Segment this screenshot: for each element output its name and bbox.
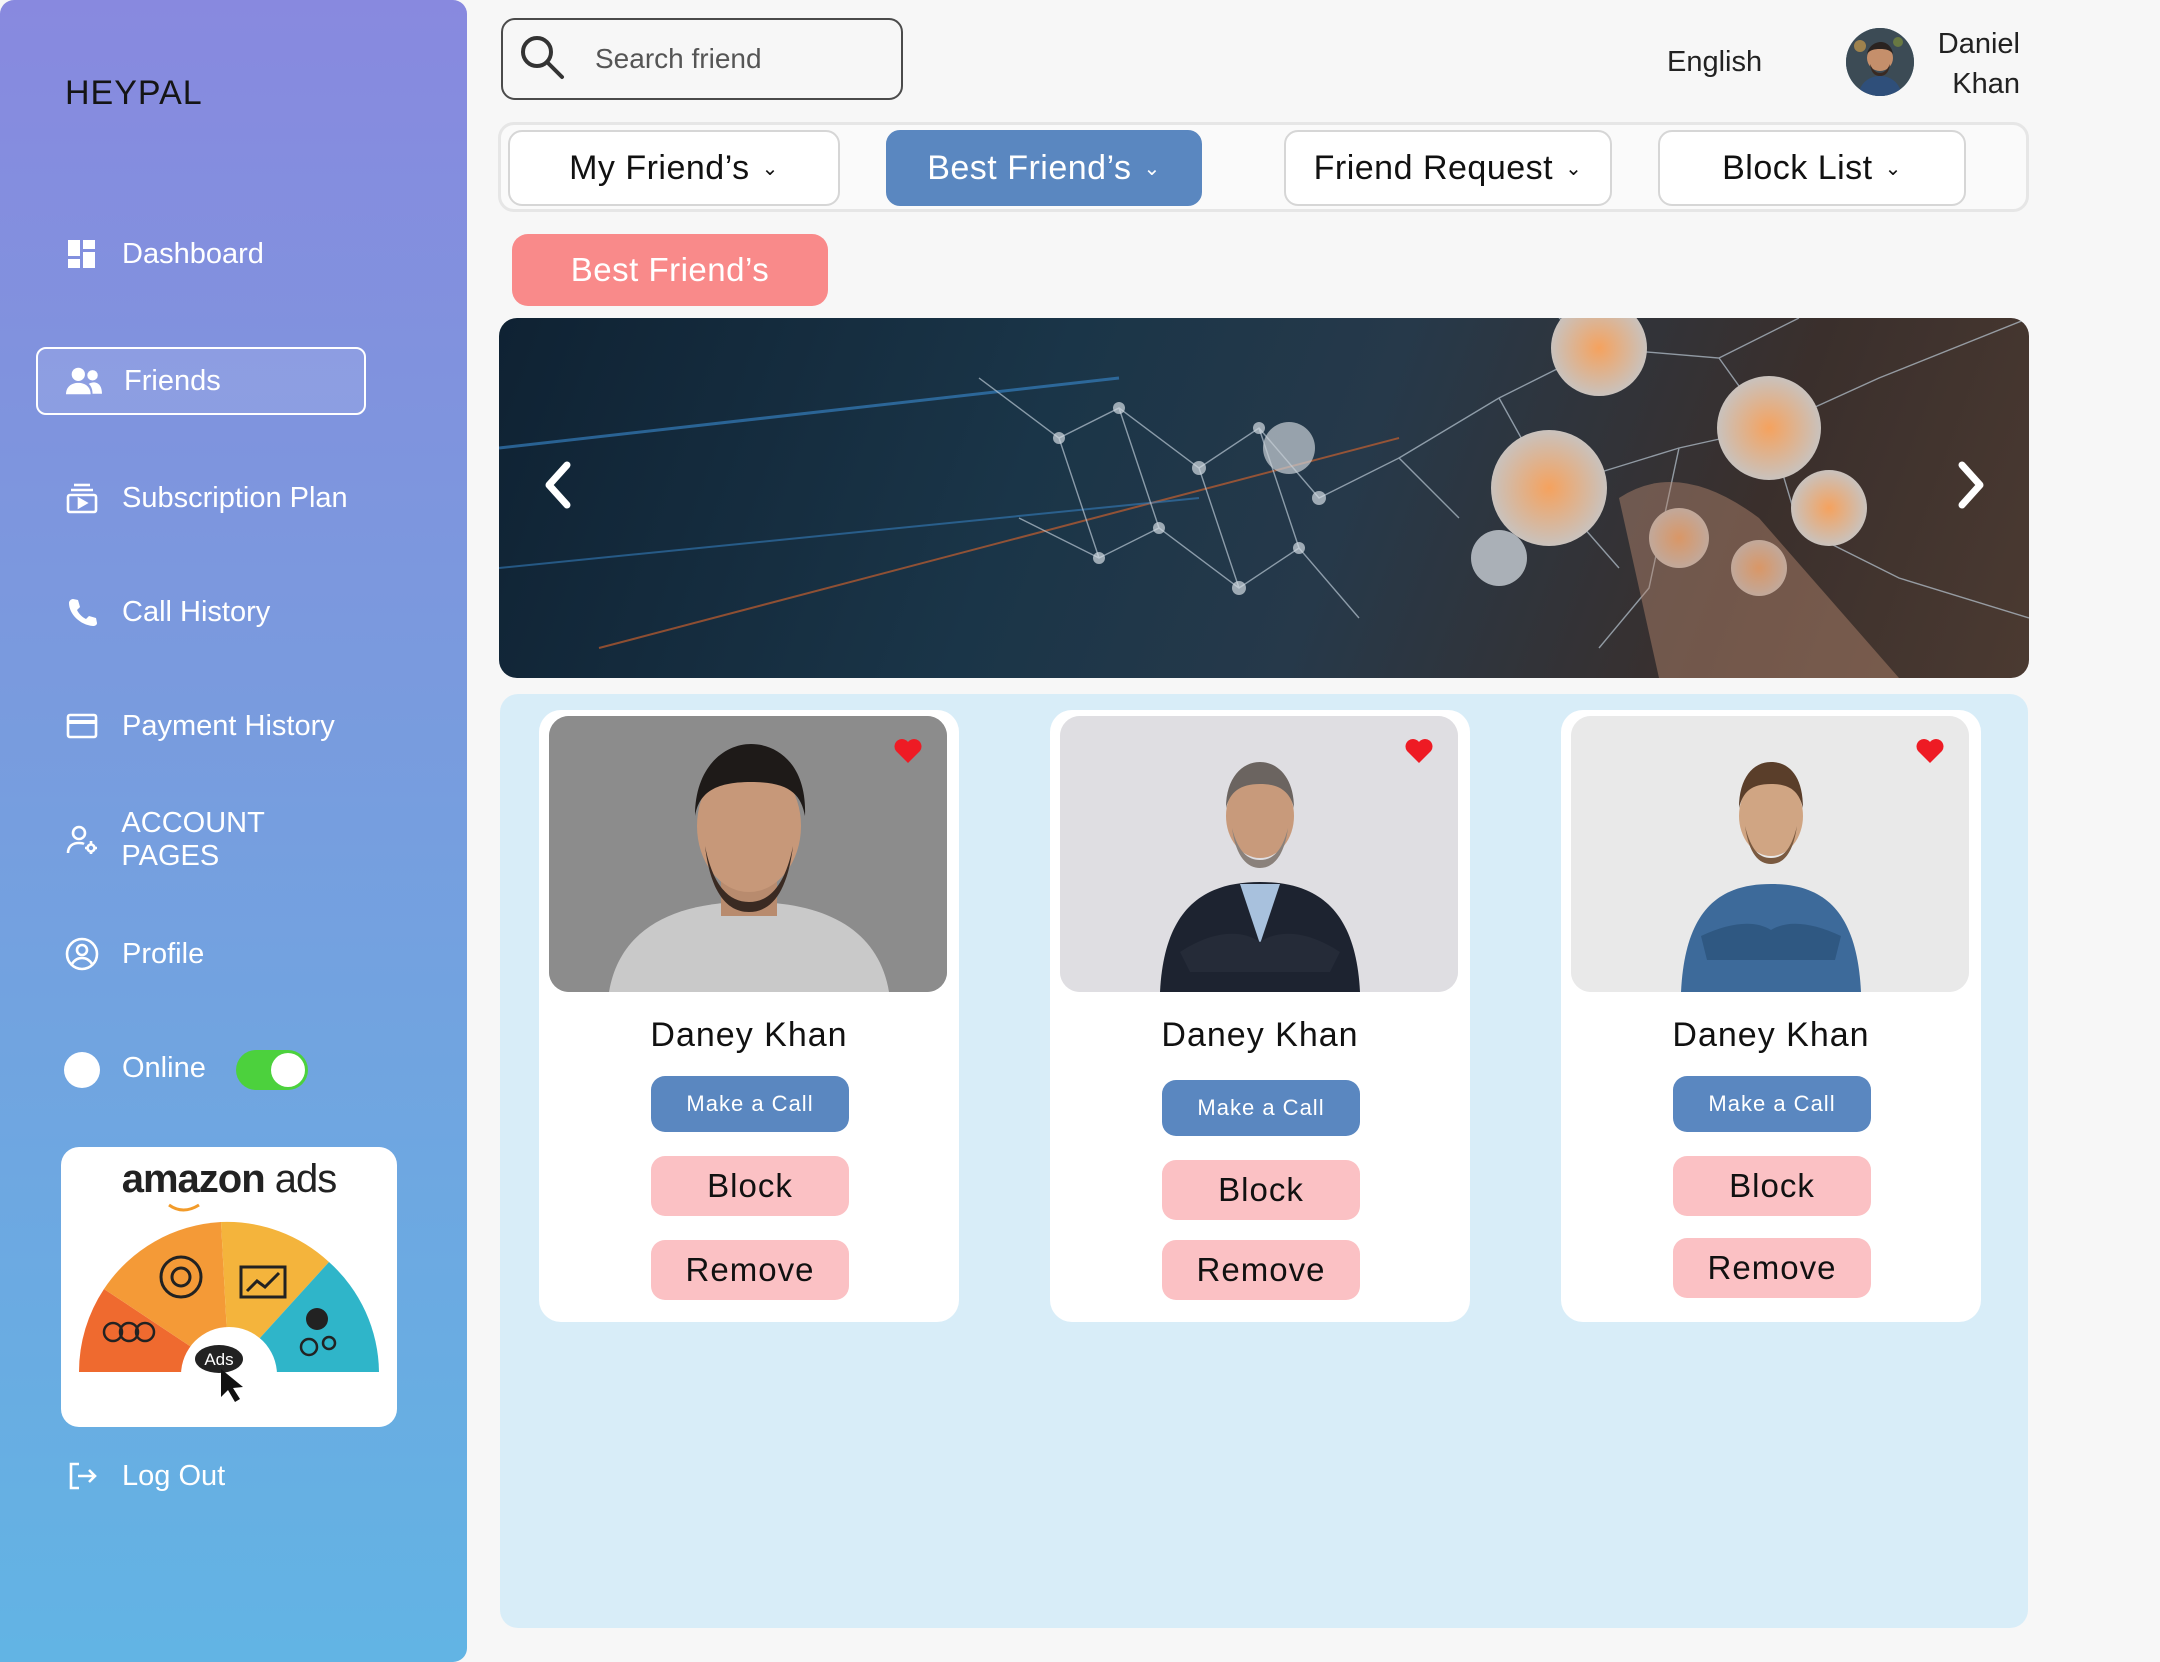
chevron-down-icon: ⌄ [1143, 157, 1161, 180]
sidebar-item-friends[interactable]: Friends [36, 347, 366, 415]
user-last-name: Khan [1952, 68, 2020, 100]
favorite-heart-icon[interactable] [1404, 738, 1434, 769]
carousel-next-button[interactable] [1946, 455, 1996, 515]
tab-my-friends[interactable]: My Friend’s ⌄ [508, 130, 840, 206]
sidebar-item-payment-history[interactable]: Payment History [36, 692, 366, 760]
phone-icon [64, 594, 100, 630]
tab-label: Best Friend’s [927, 148, 1132, 187]
sidebar-item-profile[interactable]: Profile [36, 920, 366, 988]
amazon-ads-banner[interactable]: amazon ads Ads [61, 1147, 397, 1427]
sidebar-item-call-history[interactable]: Call History [36, 578, 366, 646]
search-box[interactable] [501, 18, 903, 100]
tab-label: Friend Request [1313, 148, 1554, 187]
sidebar: HEYPAL Dashboard Friends Subscription Pl… [0, 0, 467, 1662]
ad-illustration: Ads [78, 1203, 379, 1423]
favorite-heart-icon[interactable] [1915, 738, 1945, 769]
block-button[interactable]: Block [651, 1156, 849, 1216]
remove-button[interactable]: Remove [651, 1240, 849, 1300]
chevron-down-icon: ⌄ [761, 157, 779, 180]
subscription-icon [64, 480, 100, 516]
sidebar-item-label: Subscription Plan [122, 481, 348, 514]
make-call-button[interactable]: Make a Call [651, 1076, 849, 1132]
credit-card-icon [64, 708, 100, 744]
dashboard-icon [64, 236, 100, 272]
account-icon [64, 822, 99, 858]
tab-friend-request[interactable]: Friend Request ⌄ [1284, 130, 1612, 206]
sidebar-item-label: Profile [122, 937, 205, 970]
block-button[interactable]: Block [1162, 1160, 1360, 1220]
friend-photo [1571, 716, 1969, 992]
block-button[interactable]: Block [1673, 1156, 1871, 1216]
users-icon [66, 363, 102, 399]
friend-photo [549, 716, 947, 992]
sidebar-item-label: ACCOUNT PAGES [121, 807, 265, 872]
sidebar-item-subscription[interactable]: Subscription Plan [36, 464, 366, 532]
carousel-prev-button[interactable] [533, 455, 583, 515]
sidebar-item-dashboard[interactable]: Dashboard [36, 220, 366, 288]
logout-button[interactable]: Log Out [36, 1442, 366, 1510]
friend-card: Daney Khan Make a Call Block Remove [1561, 710, 1981, 1322]
tab-block-list[interactable]: Block List ⌄ [1658, 130, 1966, 206]
chevron-left-icon [545, 461, 571, 509]
remove-button[interactable]: Remove [1673, 1238, 1871, 1298]
profile-icon [64, 936, 100, 972]
favorite-heart-icon[interactable] [893, 738, 923, 769]
friend-card: Daney Khan Make a Call Block Remove [539, 710, 959, 1322]
logout-label: Log Out [122, 1459, 226, 1492]
hero-carousel[interactable] [499, 318, 2029, 678]
friend-photo [1060, 716, 1458, 992]
sidebar-item-label: Dashboard [122, 237, 264, 270]
sidebar-item-label: Friends [124, 364, 221, 397]
network-illustration [499, 318, 2029, 678]
sidebar-item-label: Call History [122, 595, 271, 628]
chevron-down-icon: ⌄ [1884, 157, 1902, 180]
tab-label: Block List [1722, 148, 1873, 187]
friend-name: Daney Khan [650, 1016, 848, 1054]
friend-name: Daney Khan [1672, 1016, 1870, 1054]
friend-name: Daney Khan [1161, 1016, 1359, 1054]
user-name[interactable]: Daniel Khan [1920, 24, 2020, 104]
ad-badge: Ads [204, 1350, 233, 1369]
chevron-right-icon [1958, 461, 1984, 509]
status-label-row: Online [94, 1034, 224, 1102]
friend-card: Daney Khan Make a Call Block Remove [1050, 710, 1470, 1322]
user-first-name: Daniel [1937, 28, 2020, 60]
sidebar-item-label: Payment History [122, 709, 335, 742]
chevron-down-icon: ⌄ [1565, 157, 1583, 180]
status-label: Online [122, 1051, 206, 1084]
toggle-knob [271, 1053, 305, 1087]
tab-best-friends[interactable]: Best Friend’s ⌄ [886, 130, 1202, 206]
search-icon [519, 34, 565, 85]
brand-logo: HEYPAL [65, 74, 203, 112]
sidebar-item-account-pages[interactable]: ACCOUNT PAGES [36, 806, 366, 874]
online-toggle[interactable] [236, 1050, 308, 1090]
remove-button[interactable]: Remove [1162, 1240, 1360, 1300]
language-selector[interactable]: English [1667, 46, 1762, 79]
make-call-button[interactable]: Make a Call [1162, 1080, 1360, 1136]
section-label: Best Friend’s [512, 234, 828, 306]
logout-icon [64, 1458, 100, 1494]
avatar[interactable] [1846, 28, 1914, 96]
make-call-button[interactable]: Make a Call [1673, 1076, 1871, 1132]
search-input[interactable] [595, 43, 895, 75]
tab-label: My Friend’s [569, 148, 750, 187]
